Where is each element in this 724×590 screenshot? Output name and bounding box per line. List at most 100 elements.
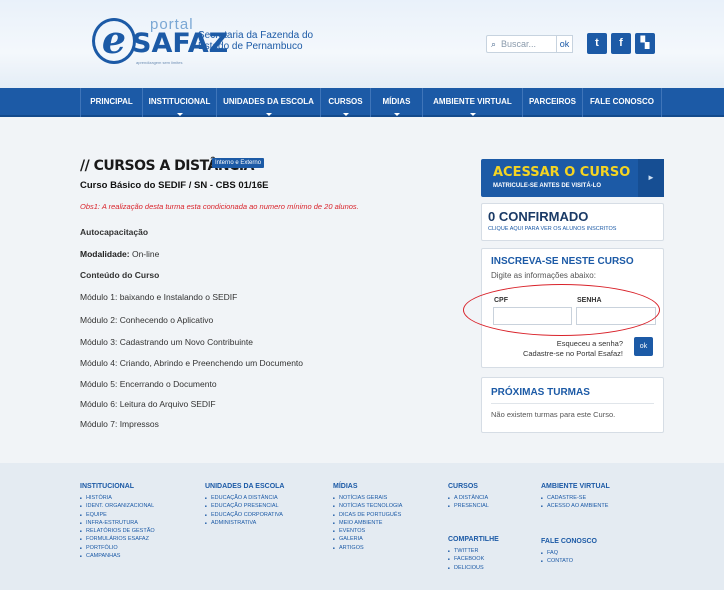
footer-link[interactable]: EDUCAÇÃO A DISTÂNCIA [205, 494, 284, 503]
footer-link[interactable]: FAQ [541, 549, 597, 558]
divider [491, 403, 654, 404]
nav-parceiros[interactable]: PARCEIROS [522, 88, 582, 117]
footer-link[interactable]: NOTÍCIAS TECNOLOGIA [333, 502, 402, 511]
footer-link[interactable]: ARTIGOS [333, 544, 402, 553]
twitter-icon[interactable]: t [587, 33, 607, 54]
nav-cursos[interactable]: CURSOS [320, 88, 370, 117]
footer-link[interactable]: GALERIA [333, 535, 402, 544]
course-note: Obs1: A realização desta turma esta cond… [80, 202, 359, 211]
login-ok-button[interactable]: ok [634, 337, 653, 356]
footer-link[interactable]: MEIO AMBIENTE [333, 519, 402, 528]
course-name: Curso Básico do SEDIF / SN - CBS 01/16E [80, 180, 269, 191]
module-item: Módulo 5: Encerrando o Documento [80, 379, 217, 389]
main-nav: PRINCIPAL INSTITUCIONAL UNIDADES DA ESCO… [0, 88, 724, 117]
secretaria-line1: Secretaria da Fazenda do [198, 30, 314, 41]
footer-link[interactable]: IDENT. ORGANIZACIONAL [80, 502, 155, 511]
module-item: Módulo 2: Conhecendo o Aplicativo [80, 315, 214, 325]
chevron-down-icon [393, 113, 400, 116]
footer-col-fale: FALE CONOSCO FAQ CONTATO [541, 538, 597, 566]
secretaria-name: Secretaria da Fazenda do Estado de Perna… [198, 30, 313, 52]
facebook-icon[interactable]: f [611, 33, 631, 54]
footer-col-institucional: INSTITUCIONAL HISTÓRIA IDENT. ORGANIZACI… [80, 483, 155, 561]
chevron-down-icon [265, 113, 272, 116]
acessar-subtitle: MATRICULE-SE ANTES DE VISITÁ-LO [493, 183, 601, 189]
nav-principal[interactable]: PRINCIPAL [80, 88, 142, 117]
footer-heading[interactable]: MÍDIAS [333, 483, 402, 490]
footer-heading[interactable]: AMBIENTE VIRTUAL [541, 483, 610, 490]
arrow-right-icon: ► [638, 159, 664, 197]
module-item: Módulo 1: baixando e Instalando o SEDIF [80, 292, 238, 302]
footer-link[interactable]: EDUCAÇÃO PRESENCIAL [205, 502, 284, 511]
module-item: Módulo 4: Criando, Abrindo e Preenchendo… [80, 358, 304, 368]
modalidade-value: On-line [131, 249, 160, 259]
logo-e-mark: e [92, 18, 136, 64]
footer-col-cursos: CURSOS A DISTÂNCIA PRESENCIAL [448, 483, 489, 511]
conteudo-heading: Conteúdo do Curso [80, 270, 160, 280]
inscreva-title: INSCREVA-SE NESTE CURSO [491, 256, 634, 267]
footer-link[interactable]: A DISTÂNCIA [448, 494, 489, 503]
footer-link[interactable]: ADMINISTRATIVA [205, 519, 284, 528]
highlight-annotation-circle [463, 284, 660, 336]
nav-fale-conosco[interactable]: FALE CONOSCO [582, 88, 662, 117]
confirmados-count: 0 CONFIRMADO [488, 209, 589, 224]
course-type-badge: Interno e Externo [212, 158, 265, 168]
footer-link[interactable]: FORMULÁRIOS ESAFAZ [80, 535, 155, 544]
module-item: Módulo 7: Impressos [80, 419, 159, 429]
nav-midias[interactable]: MÍDIAS [370, 88, 422, 117]
proximas-text: Não existem turmas para este Curso. [491, 410, 616, 419]
footer-col-unidades: UNIDADES DA ESCOLA EDUCAÇÃO A DISTÂNCIA … [205, 483, 284, 527]
chevron-down-icon [469, 113, 476, 116]
module-item: Módulo 6: Leitura do Arquivo SEDIF [80, 399, 216, 409]
footer-heading[interactable]: UNIDADES DA ESCOLA [205, 483, 284, 490]
delicious-icon[interactable]: ▚ [635, 33, 655, 54]
proximas-title: PRÓXIMAS TURMAS [491, 387, 590, 398]
proximas-turmas-box: PRÓXIMAS TURMAS Não existem turmas para … [481, 377, 664, 433]
site-footer: INSTITUCIONAL HISTÓRIA IDENT. ORGANIZACI… [0, 463, 724, 590]
nav-unidades[interactable]: UNIDADES DA ESCOLA [216, 88, 320, 117]
acessar-curso-button[interactable]: ACESSAR O CURSO MATRICULE-SE ANTES DE VI… [481, 159, 664, 197]
site-header: e portal SAFAZ aprendizagem sem limites … [0, 0, 724, 88]
search-placeholder: Buscar... [501, 39, 537, 49]
footer-link[interactable]: RELATÓRIOS DE GESTÃO [80, 527, 155, 536]
footer-link[interactable]: CADASTRE-SE [541, 494, 610, 503]
footer-heading[interactable]: CURSOS [448, 483, 489, 490]
footer-link[interactable]: EDUCAÇÃO CORPORATIVA [205, 511, 284, 520]
register-link[interactable]: Cadastre-se no Portal Esafaz! [523, 349, 623, 358]
modalidade-line: Modalidade: On-line [80, 249, 159, 259]
footer-col-midias: MÍDIAS NOTÍCIAS GERAIS NOTÍCIAS TECNOLOG… [333, 483, 402, 552]
footer-link[interactable]: CONTATO [541, 557, 597, 566]
chevron-down-icon [342, 113, 349, 116]
footer-link[interactable]: INFRA-ESTRUTURA [80, 519, 155, 528]
footer-link[interactable]: DELICIOUS [448, 564, 499, 573]
footer-heading[interactable]: FALE CONOSCO [541, 538, 597, 545]
footer-link[interactable]: CAMPANHAS [80, 552, 155, 561]
nav-institucional[interactable]: INSTITUCIONAL [142, 88, 216, 117]
confirmados-link[interactable]: CLIQUE AQUI PARA VER OS ALUNOS INSCRITOS [488, 226, 616, 232]
chevron-down-icon [176, 113, 183, 116]
footer-link[interactable]: TWITTER [448, 547, 499, 556]
acessar-title: ACESSAR O CURSO [493, 165, 631, 180]
module-item: Módulo 3: Cadastrando um Novo Contribuin… [80, 337, 253, 347]
footer-link[interactable]: PRESENCIAL [448, 502, 489, 511]
footer-heading: COMPARTILHE [448, 536, 499, 543]
forgot-password-link[interactable]: Esqueceu a senha? [557, 339, 623, 348]
footer-heading[interactable]: INSTITUCIONAL [80, 483, 155, 490]
footer-link[interactable]: ACESSO AO AMBIENTE [541, 502, 610, 511]
modalidade-label: Modalidade: [80, 249, 130, 259]
confirmados-box[interactable]: 0 CONFIRMADO CLIQUE AQUI PARA VER OS ALU… [481, 203, 664, 241]
footer-col-ambiente: AMBIENTE VIRTUAL CADASTRE-SE ACESSO AO A… [541, 483, 610, 511]
footer-link[interactable]: DICAS DE PORTUGUÊS [333, 511, 402, 520]
footer-link[interactable]: PORTFÓLIO [80, 544, 155, 553]
footer-link[interactable]: NOTÍCIAS GERAIS [333, 494, 402, 503]
secretaria-line2: Estado de Pernambuco [198, 41, 303, 52]
footer-col-compartilhe: COMPARTILHE TWITTER FACEBOOK DELICIOUS [448, 536, 499, 572]
footer-link[interactable]: FACEBOOK [448, 555, 499, 564]
search-ok-button[interactable]: ok [556, 35, 573, 53]
footer-link[interactable]: EQUIPE [80, 511, 155, 520]
logo-tagline: aprendizagem sem limites [136, 60, 183, 65]
inscreva-instructions: Digite as informações abaixo: [491, 271, 596, 280]
footer-link[interactable]: EVENTOS [333, 527, 402, 536]
footer-link[interactable]: HISTÓRIA [80, 494, 155, 503]
autocapacitacao-label: Autocapacitação [80, 227, 149, 237]
nav-ambiente-virtual[interactable]: AMBIENTE VIRTUAL [422, 88, 522, 117]
